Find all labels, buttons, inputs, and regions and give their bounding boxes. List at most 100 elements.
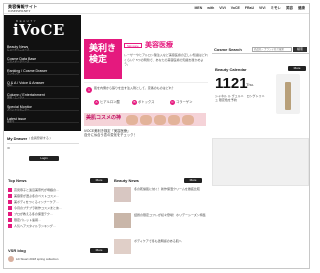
product-image[interactable] bbox=[276, 74, 300, 114]
news-text: 高見恭子と渡辺美奈代が母娘の… bbox=[14, 188, 60, 192]
calendar-date: 1121 bbox=[215, 75, 248, 92]
feature-quiz: 美利き検定 Skincare 美容医療 レーザーやヒアルロン酸注入など美容医療の… bbox=[82, 39, 210, 137]
calendar-description[interactable]: シャネル ル ヴェルニ ロングトゥニュ 限定色を予約 bbox=[215, 94, 267, 102]
nav-sublabel: 最新号 bbox=[7, 120, 15, 123]
news-text: 今月のプチプラ新作コスメまとめ… bbox=[14, 206, 63, 210]
ad-placeholder bbox=[212, 138, 309, 186]
quiz-option-a[interactable]: A ヒアルロン酸 bbox=[94, 100, 120, 105]
vsr-more-button[interactable]: More bbox=[90, 248, 108, 253]
feature-tag: Skincare bbox=[124, 43, 142, 48]
beauty-news-more-button[interactable]: More bbox=[184, 178, 202, 183]
nav-item-monitor[interactable]: Special Monitor スペシャルモニター bbox=[7, 105, 79, 111]
list-item[interactable]: Lili Stuart 2018 spring collection bbox=[8, 256, 58, 262]
feature-description: レーザーやヒアルロン酸注入など美容医療の正しい知識はどれくらい？5つの問題で、あ… bbox=[124, 53, 208, 66]
site-link-kenko[interactable]: 健康 bbox=[298, 6, 305, 11]
id-label: ID bbox=[7, 146, 10, 150]
site-header: 美容情報サイト JOSEISHI.NET MEN with ViVi VoCE … bbox=[4, 4, 309, 14]
quiz-question-block: 1 肌を内側から張りを出す注入剤として、定番のものはどれ？ A ヒアルロン酸 Bボ… bbox=[84, 82, 208, 110]
nav-item-cosme-db[interactable]: Cosme Data Base コスメデータベース bbox=[7, 57, 79, 63]
nav-item-ranking[interactable]: Ranking / Cosme Drawer ランキング bbox=[7, 69, 79, 75]
nav-sublabel: ビューティニュース bbox=[7, 48, 30, 51]
top-news-more-button[interactable]: More bbox=[90, 178, 108, 183]
nav-sublabel: コスメデータベース bbox=[7, 60, 30, 63]
beauty-news-title: Beauty News bbox=[114, 178, 139, 183]
cosme-search-bar: Cosme Search 検索 bbox=[212, 46, 309, 54]
option-label: コラーゲン bbox=[176, 100, 193, 104]
nav-item-beauty-news[interactable]: Beauty News ビューティニュース bbox=[7, 45, 79, 51]
cosme-search-title: Cosme Search bbox=[214, 47, 242, 52]
register-link[interactable]: ( 会員登録する ) bbox=[29, 136, 51, 140]
quiz-option-c[interactable]: C コラーゲン bbox=[170, 100, 192, 105]
top-news-list: 高見恭子と渡辺美奈代が母娘の… 美容家が選ぶ冬のベストコスメ… 美ボディをつくる… bbox=[8, 187, 108, 229]
calendar-more-button[interactable]: More bbox=[288, 66, 306, 71]
news-text: プロが教える冬の保湿テク… bbox=[14, 212, 53, 216]
site-link-with[interactable]: with bbox=[207, 6, 214, 11]
site-link-frau[interactable]: FRaU bbox=[245, 6, 254, 11]
site-link-mimore[interactable]: ミモレ bbox=[271, 6, 282, 11]
avatar bbox=[8, 256, 14, 262]
model-photo bbox=[126, 115, 138, 125]
option-marker: A bbox=[94, 100, 99, 105]
option-label: ヒアルロン酸 bbox=[100, 100, 120, 104]
login-button[interactable]: Login bbox=[29, 156, 59, 161]
site-domain[interactable]: JOSEISHI.NET bbox=[8, 9, 30, 13]
cosme-search-input[interactable] bbox=[252, 47, 292, 52]
news-text: 冬の乾燥肌に効く！新作保湿クリームを徹底比較 bbox=[134, 187, 200, 191]
news-text: 人気ヘアスタイルランキング… bbox=[14, 224, 56, 228]
rank-marker bbox=[8, 224, 12, 229]
model-photo bbox=[154, 115, 166, 125]
nav-item-qa[interactable]: Q & A / Voice & Answer Q&A bbox=[7, 81, 79, 87]
promo-banner[interactable]: 美肌コスメの神 bbox=[84, 113, 206, 126]
model-photo bbox=[168, 115, 180, 125]
rank-marker bbox=[8, 206, 12, 211]
list-item[interactable]: 人気ヘアスタイルランキング… bbox=[8, 223, 108, 229]
brand-logo-box[interactable]: B E A U T Y iVoCE bbox=[4, 15, 81, 43]
site-link-men[interactable]: MEN bbox=[195, 6, 203, 11]
brand-logo[interactable]: iVoCE bbox=[13, 21, 65, 39]
top-news-section: Top News More 高見恭子と渡辺美奈代が母娘の… 美容家が選ぶ冬のベス… bbox=[8, 178, 108, 234]
list-item[interactable]: 冬の乾燥肌に効く！新作保湿クリームを徹底比較 bbox=[114, 187, 210, 213]
news-text: 話題の限定コフレが続々登場！ホリデーシーズン特集 bbox=[134, 213, 206, 217]
news-text: 美ボディをつくるインナーケア… bbox=[14, 200, 59, 204]
site-links: MEN with ViVi VoCE FRaU ViVi ミモレ 美容 健康 bbox=[195, 6, 306, 11]
news-thumbnail bbox=[114, 213, 131, 228]
option-marker: B bbox=[132, 100, 137, 105]
list-item[interactable]: ボディケアで冬も透明感のある肌へ bbox=[114, 239, 210, 265]
news-text: 限定パレット速報… bbox=[14, 218, 42, 222]
option-label: ボトックス bbox=[138, 100, 155, 104]
rank-marker bbox=[8, 212, 12, 217]
cosme-search-button[interactable]: 検索 bbox=[293, 47, 307, 52]
site-link-biyou[interactable]: 美容 bbox=[286, 6, 293, 11]
nav-sublabel: 連載・エンタメ bbox=[7, 96, 25, 99]
rank-marker bbox=[8, 188, 12, 193]
news-thumbnail bbox=[114, 187, 131, 202]
list-item[interactable]: 話題の限定コフレが続々登場！ホリデーシーズン特集 bbox=[114, 213, 210, 239]
top-news-title: Top News bbox=[8, 178, 27, 183]
model-photo bbox=[140, 115, 152, 125]
option-marker: C bbox=[170, 100, 175, 105]
my-drawer-panel: My Drawer ( 会員登録する ) ID Login bbox=[7, 136, 79, 172]
feature-badge[interactable]: 美利き検定 bbox=[84, 39, 122, 79]
right-column: Cosme Search 検索 Beauty Calendar More 112… bbox=[212, 46, 309, 196]
browser-page: 美容情報サイト JOSEISHI.NET MEN with ViVi VoCE … bbox=[3, 3, 310, 269]
news-text: 美容家が選ぶ冬のベストコスメ… bbox=[14, 194, 60, 198]
quiz-question: 肌を内側から張りを出す注入剤として、定番のものはどれ？ bbox=[94, 86, 175, 90]
banner-caption-line2: 自分に似合う恋の変化をチェック！ bbox=[84, 133, 137, 137]
drawer-title: My Drawer bbox=[7, 136, 28, 141]
site-link-vivi2[interactable]: ViVi bbox=[259, 6, 266, 11]
product-bottle bbox=[285, 82, 291, 110]
nav-sublabel: スペシャルモニター bbox=[7, 108, 30, 111]
nav-item-latest-issue[interactable]: Latest issue 最新号 bbox=[7, 117, 79, 123]
banner-caption[interactable]: iVOCE美利き検定「美容医療」 自分に似合う恋の変化をチェック！ bbox=[84, 129, 137, 137]
feature-title[interactable]: 美容医療 bbox=[145, 42, 173, 49]
news-thumbnail bbox=[114, 239, 131, 254]
nav-sublabel: Q&A bbox=[7, 84, 13, 87]
vsr-blog-section: VSR blog More Lili Stuart 2018 spring co… bbox=[8, 248, 108, 268]
calendar-title: Beauty Calendar bbox=[215, 67, 247, 72]
news-text: ボディケアで冬も透明感のある肌へ bbox=[134, 239, 182, 243]
nav-item-column[interactable]: Column / Entertainment 連載・エンタメ bbox=[7, 93, 79, 99]
vsr-item-text: Lili Stuart 2018 spring collection bbox=[16, 256, 59, 261]
site-link-vivi[interactable]: ViVi bbox=[219, 6, 226, 11]
site-link-voce[interactable]: VoCE bbox=[231, 6, 240, 11]
quiz-option-b[interactable]: B ボトックス bbox=[132, 100, 154, 105]
